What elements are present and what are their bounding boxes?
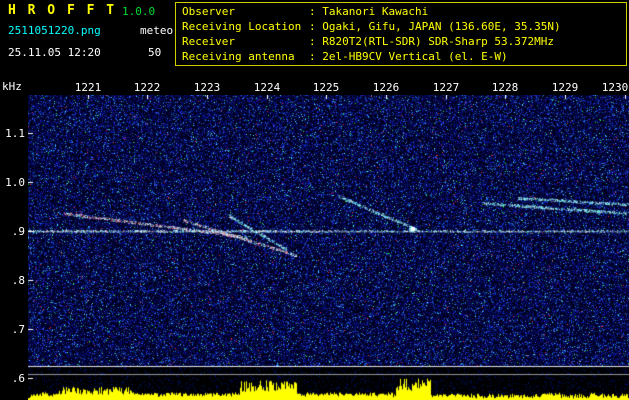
info-label: Receiving antenna <box>182 50 295 63</box>
info-value: : Ogaki, Gifu, JAPAN (136.60E, 35.35N) <box>309 20 561 33</box>
app-title: H R O F F T <box>8 3 117 18</box>
info-value: : 2el-HB9CV Vertical (el. E-W) <box>309 50 508 63</box>
info-row: Receiving antenna : 2el-HB9CV Vertical (e… <box>182 49 626 64</box>
app-version: 1.0.0 <box>122 5 156 18</box>
x-tick-label: 1222 <box>133 81 161 94</box>
mode-label: meteor <box>140 24 180 37</box>
x-tick-label: 1226 <box>372 81 400 94</box>
info-row: Observer : Takanori Kawachi <box>182 4 626 19</box>
observer-info-box: Observer : Takanori Kawachi Receiving Loc… <box>175 2 627 66</box>
x-tick-label: 1223 <box>193 81 221 94</box>
y-tick-label: .8 <box>11 274 25 287</box>
y-tick-label: 1.1 <box>5 127 25 140</box>
x-tick-label: 1229 <box>551 81 579 94</box>
info-label: Receiver <box>182 35 235 48</box>
y-tick-label: .9 <box>11 225 25 238</box>
info-row: Receiving Location : Ogaki, Gifu, JAPAN (… <box>182 19 626 34</box>
gain-value: 50 <box>148 46 162 59</box>
x-tick-label: 1230 <box>601 81 629 94</box>
y-tick-label: 1.0 <box>5 176 25 189</box>
y-tick-label: .6 <box>11 372 25 385</box>
info-value: : Takanori Kawachi <box>309 5 429 18</box>
info-label: Receiving Location <box>182 20 302 33</box>
x-tick-label: 1227 <box>432 81 460 94</box>
x-tick-label: 1225 <box>312 81 340 94</box>
info-value: : R820T2(RTL-SDR) SDR-Sharp 53.372MHz <box>309 35 555 48</box>
info-label: Observer <box>182 5 235 18</box>
output-filename: 2511051220.png <box>8 24 101 37</box>
x-tick-label: 1221 <box>74 81 102 94</box>
info-row: Receiver : R820T2(RTL-SDR) SDR-Sharp 53.3… <box>182 34 626 49</box>
datetime-label: 25.11.05 12:20 <box>8 46 101 59</box>
x-tick-label: 1224 <box>253 81 281 94</box>
x-tick-label: 1228 <box>491 81 519 94</box>
y-tick-label: .7 <box>11 323 25 336</box>
spectrogram-canvas <box>28 95 629 400</box>
hrofft-screen: H R O F F T 1.0.0 2511051220.png meteor … <box>0 0 629 400</box>
y-axis-unit-label: kHz <box>2 80 22 93</box>
